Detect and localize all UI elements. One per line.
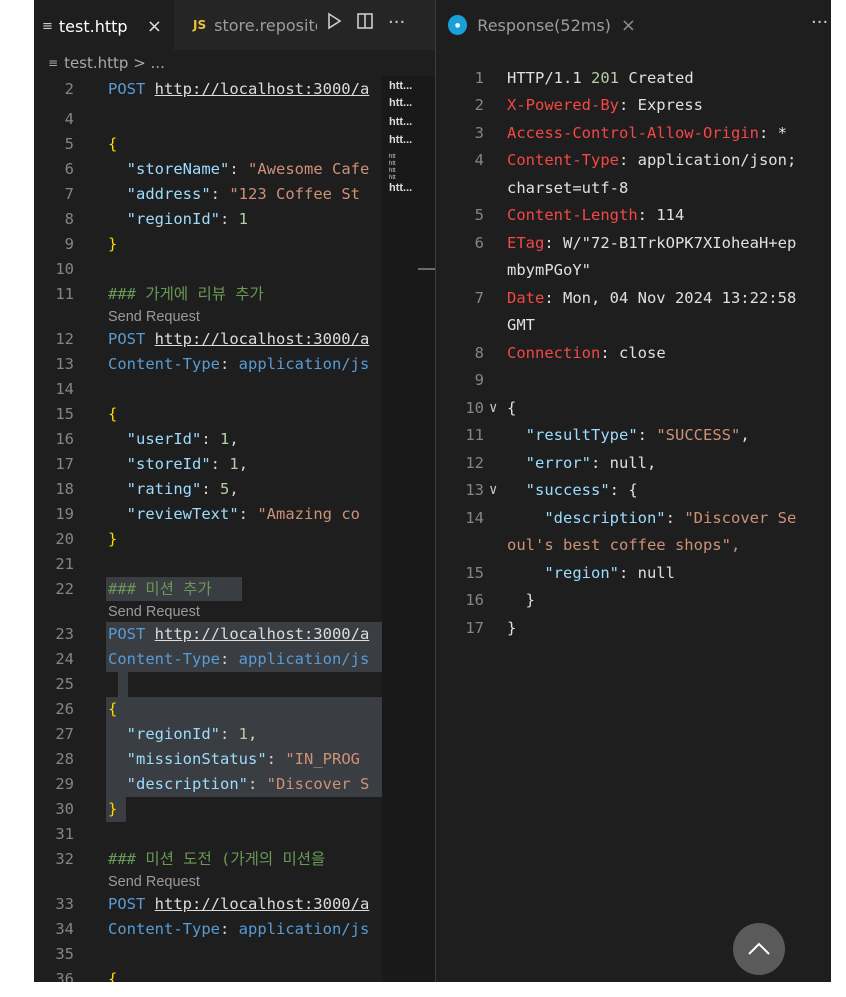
code-line: 13 Content-Type: application/js bbox=[55, 355, 370, 373]
more-icon[interactable]: ··· bbox=[388, 12, 405, 35]
code-line: 21 bbox=[55, 555, 74, 573]
code-line: 30} bbox=[55, 800, 118, 818]
send-request-link[interactable]: Send Request bbox=[108, 872, 200, 892]
scroll-to-top-button[interactable] bbox=[733, 923, 785, 975]
code-line: 33 POST http://localhost:3000/a bbox=[55, 895, 370, 913]
code-line: 34 Content-Type: application/js bbox=[55, 920, 370, 938]
code-line: 16 "userId": 1, bbox=[55, 430, 239, 448]
minimap-slider[interactable] bbox=[418, 268, 435, 270]
send-request-link[interactable]: Send Request bbox=[108, 602, 200, 622]
code-line: 8 "regionId": 1 bbox=[64, 210, 249, 228]
response-icon: ● bbox=[448, 15, 468, 35]
tab-test-http[interactable]: ≡ test.http × bbox=[34, 0, 174, 51]
tab-store-repository[interactable]: JS store.reposito bbox=[175, 0, 317, 50]
code-line: 7 "address": "123 Coffee St bbox=[64, 185, 360, 203]
editor-pane: ≡ test.http × JS store.reposito ··· ≡ te… bbox=[34, 0, 435, 982]
minimap-label: htt... bbox=[389, 182, 413, 194]
editor-actions: ··· bbox=[326, 12, 405, 35]
js-file-icon: JS bbox=[193, 18, 207, 32]
close-icon[interactable]: × bbox=[147, 16, 162, 37]
code-line: 5{ bbox=[64, 135, 118, 153]
chevron-up-icon bbox=[748, 942, 770, 955]
tab-label: test.http bbox=[58, 16, 128, 36]
breadcrumb: ≡ test.http > ... bbox=[34, 50, 435, 76]
code-line: 17 "storeId": 1, bbox=[55, 455, 249, 473]
send-request-link[interactable]: Send Request bbox=[108, 307, 200, 327]
code-line: 26{ bbox=[55, 700, 118, 718]
code-area[interactable]: 2 POST http://localhost:3000/a 4 5{ 6 "st… bbox=[34, 76, 382, 982]
run-icon[interactable] bbox=[326, 12, 342, 35]
tab-response[interactable]: ● Response(52ms) × bbox=[436, 0, 636, 50]
response-pane: ● Response(52ms) × ··· 1 HTTP/1.1 201 Cre… bbox=[436, 0, 831, 982]
code-line: 35 bbox=[55, 945, 74, 963]
code-line: 4 bbox=[64, 110, 74, 128]
code-line: 20} bbox=[55, 530, 118, 548]
code-line: 9} bbox=[64, 235, 118, 253]
minimap-lines: htt htt htt htt bbox=[389, 154, 396, 181]
code-line: 10 bbox=[55, 260, 74, 278]
code-line: 6 "storeName": "Awesome Cafe bbox=[64, 160, 370, 178]
code-line: 24 Content-Type: application/js bbox=[55, 650, 370, 668]
code-line: 36{ bbox=[55, 970, 118, 982]
code-line: 11 ### 가게에 리뷰 추가 bbox=[55, 285, 264, 303]
minimap-label: htt... bbox=[389, 80, 413, 92]
code-line: 19 "reviewText": "Amazing co bbox=[55, 505, 360, 523]
list-icon: ≡ bbox=[48, 56, 59, 70]
code-line: 14 bbox=[55, 380, 74, 398]
code-line: 15{ bbox=[55, 405, 118, 423]
code-line: 32 ### 미션 도전 (가게의 미션을 bbox=[55, 850, 326, 868]
tab-label: store.reposito bbox=[214, 15, 317, 35]
code-line: 18 "rating": 5, bbox=[55, 480, 239, 498]
code-line: 27 "regionId": 1, bbox=[55, 725, 258, 743]
tab-label: Response(52ms) bbox=[477, 15, 611, 35]
more-icon[interactable]: ··· bbox=[811, 12, 828, 33]
minimap-label: htt... bbox=[389, 116, 413, 128]
minimap[interactable]: htt... htt... htt... htt... htt htt htt … bbox=[382, 76, 435, 982]
minimap-label: htt... bbox=[389, 134, 413, 146]
code-line: 22 ### 미션 추가 bbox=[55, 580, 212, 598]
list-icon: ≡ bbox=[42, 18, 53, 34]
tab-bar: ≡ test.http × JS store.reposito ··· bbox=[34, 0, 435, 51]
split-editor-icon[interactable] bbox=[356, 12, 374, 35]
code-line: 2 POST http://localhost:3000/a bbox=[64, 80, 370, 98]
code-line: 23 POST http://localhost:3000/a bbox=[55, 625, 370, 643]
code-line: 29 "description": "Discover S bbox=[55, 775, 370, 793]
code-line: 28 "missionStatus": "IN_PROG bbox=[55, 750, 360, 768]
close-icon[interactable]: × bbox=[621, 15, 636, 36]
code-line: 25 bbox=[55, 675, 74, 693]
minimap-label: htt... bbox=[389, 97, 413, 109]
code-line: 12 POST http://localhost:3000/a bbox=[55, 330, 370, 348]
code-line: 31 bbox=[55, 825, 74, 843]
fold-chevron-icon[interactable]: ∨ bbox=[489, 396, 497, 421]
vscode-window: ≡ test.http × JS store.reposito ··· ≡ te… bbox=[34, 0, 831, 982]
breadcrumb-path[interactable]: test.http > ... bbox=[64, 54, 165, 72]
fold-chevron-icon[interactable]: ∨ bbox=[489, 478, 497, 503]
